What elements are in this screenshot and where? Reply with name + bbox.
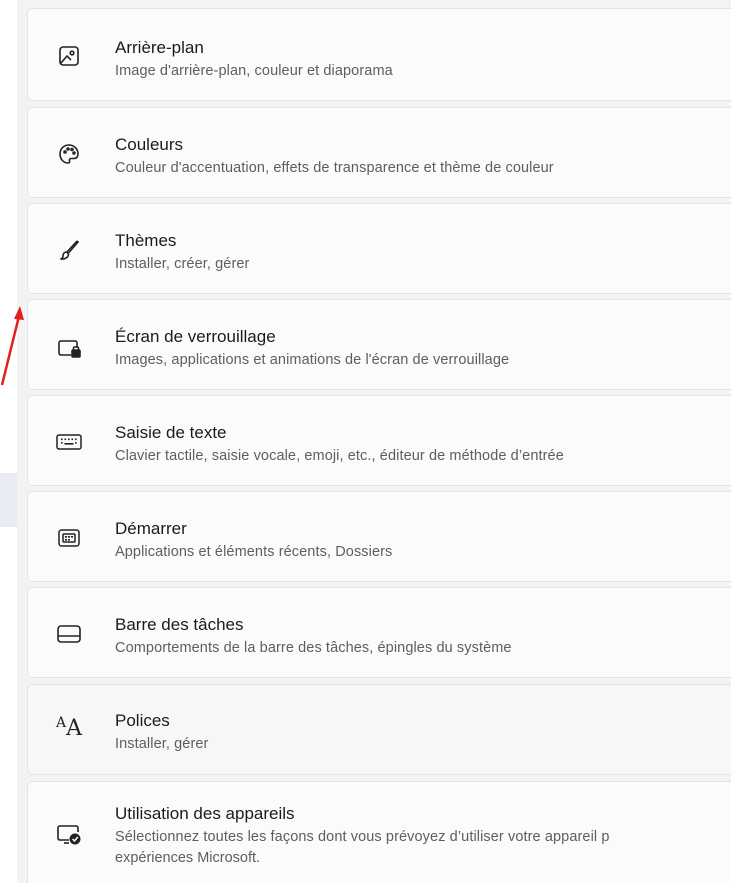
settings-item-couleurs[interactable]: Couleurs Couleur d'accentuation, effets … (27, 107, 731, 198)
taskbar-icon (54, 619, 84, 649)
item-title: Saisie de texte (115, 423, 227, 442)
fonts-icon: AA (55, 715, 82, 741)
settings-item-demarrer[interactable]: Démarrer Applications et éléments récent… (27, 491, 731, 582)
settings-item-themes[interactable]: Thèmes Installer, créer, gérer (27, 203, 731, 294)
left-panel (0, 0, 17, 883)
item-title: Écran de verrouillage (115, 327, 276, 346)
item-description: Installer, créer, gérer (115, 256, 250, 272)
item-title: Thèmes (115, 231, 177, 250)
lock-screen-icon (54, 333, 84, 363)
item-description: Sélectionnez toutes les façons dont vous… (115, 829, 610, 845)
settings-item-polices[interactable]: AA Polices Installer, gérer (27, 684, 731, 775)
item-description: Images, applications et animations de l'… (115, 352, 510, 368)
palette-icon (54, 139, 84, 169)
item-title: Polices (115, 711, 170, 730)
item-description: Image d'arrière-plan, couleur et diapora… (115, 63, 393, 79)
start-menu-icon (54, 523, 84, 553)
keyboard-icon (54, 427, 84, 457)
settings-item-ecran-verrouillage[interactable]: Écran de verrouillage Images, applicatio… (27, 299, 731, 390)
nav-item-highlight[interactable] (0, 473, 17, 527)
item-description: Clavier tactile, saisie vocale, emoji, e… (115, 448, 564, 464)
item-title: Utilisation des appareils (115, 804, 295, 823)
annotation-arrow (0, 306, 24, 386)
picture-icon (54, 41, 84, 71)
item-description: Installer, gérer (115, 736, 209, 752)
settings-item-arriere-plan[interactable]: Arrière-plan Image d'arrière-plan, coule… (27, 8, 731, 101)
settings-item-utilisation-appareils[interactable]: Utilisation des appareils Sélectionnez t… (27, 781, 731, 883)
item-title: Barre des tâches (115, 615, 244, 634)
item-description: Comportements de la barre des tâches, ép… (115, 640, 512, 656)
item-title: Arrière-plan (115, 38, 204, 57)
settings-item-barre-taches[interactable]: Barre des tâches Comportements de la bar… (27, 587, 731, 678)
item-description: Couleur d'accentuation, effets de transp… (115, 160, 554, 176)
settings-item-saisie-texte[interactable]: Saisie de texte Clavier tactile, saisie … (27, 395, 731, 486)
brush-icon (54, 235, 84, 265)
device-usage-icon (54, 820, 84, 850)
item-title: Couleurs (115, 135, 184, 154)
item-title: Démarrer (115, 519, 187, 538)
item-description-line2: expériences Microsoft. (115, 850, 261, 866)
item-description: Applications et éléments récents, Dossie… (115, 544, 393, 560)
